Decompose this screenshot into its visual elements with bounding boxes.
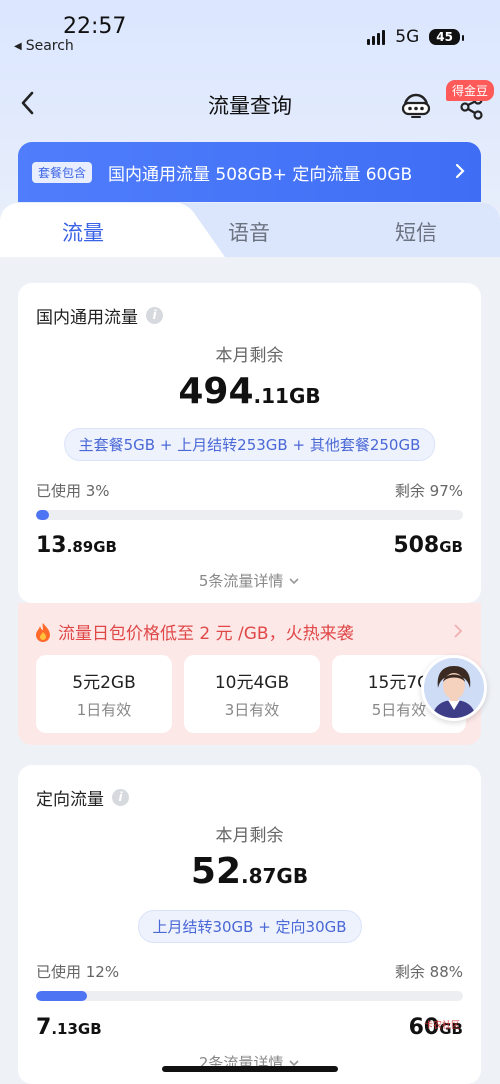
offer-card[interactable]: 5元2GB 1日有效 [36, 655, 172, 733]
general-total-unit: GB [439, 538, 463, 556]
status-indicators: 5G 45 [367, 27, 464, 47]
general-left-label: 剩余 97% [394, 482, 463, 500]
general-remain-int: 494 [178, 371, 254, 412]
general-used-int: 13 [36, 533, 67, 558]
info-icon[interactable]: i [146, 307, 163, 324]
general-total-value: 508GB [393, 533, 463, 558]
general-breakdown: 主套餐5GB + 上月结转253GB + 其他套餐250GB [63, 428, 436, 461]
directed-progress-bar [36, 991, 463, 1001]
assistant-avatar[interactable] [421, 655, 487, 721]
tab-voice[interactable]: 语音 [228, 217, 270, 247]
customer-service-icon[interactable] [400, 88, 432, 120]
offer-price: 5元2GB [72, 673, 136, 693]
general-used-label: 已使用 3% [36, 482, 110, 500]
status-back-link[interactable]: ◀ Search [14, 38, 74, 54]
signal-icon [367, 29, 386, 45]
directed-data-card: 定向流量 i 本月剩余 52.87GB 上月结转30GB + 定向30GB 已使… [18, 765, 481, 1084]
offer-card[interactable]: 10元4GB 3日有效 [184, 655, 320, 733]
nav-bar: 流量查询 得金豆 [0, 80, 500, 130]
general-remain-dec: .11GB [253, 384, 321, 408]
directed-title-text: 定向流量 [36, 790, 104, 810]
info-icon[interactable]: i [112, 789, 129, 806]
chevron-down-icon [289, 578, 299, 585]
directed-used-value: 7.13GB [36, 1015, 102, 1040]
general-data-card: 国内通用流量 i 本月剩余 494.11GB 主套餐5GB + 上月结转253G… [18, 283, 481, 603]
general-detail-link[interactable]: 5条流量详情 [18, 570, 481, 591]
package-text: 国内通用流量 508GB+ 定向流量 60GB [108, 165, 413, 185]
general-detail-text: 5条流量详情 [198, 572, 284, 590]
back-icon[interactable] [14, 88, 44, 118]
directed-used-dec: .13GB [51, 1020, 102, 1038]
usage-tabs: 流量 语音 短信 [0, 203, 500, 257]
directed-left-label: 剩余 88% [394, 963, 463, 981]
battery-icon: 45 [429, 29, 464, 45]
directed-breakdown: 上月结转30GB + 定向30GB [137, 910, 362, 943]
chevron-right-icon [455, 163, 465, 179]
offer-price: 10元4GB [214, 673, 290, 693]
general-progress-fill [36, 510, 49, 520]
offer-validity: 1日有效 [76, 701, 132, 719]
directed-used-int: 7 [36, 1015, 52, 1040]
general-total-int: 508 [393, 533, 440, 558]
assistant-portrait [424, 658, 484, 718]
general-remain-value: 494.11GB [18, 371, 481, 412]
package-banner[interactable]: 套餐包含 国内通用流量 508GB+ 定向流量 60GB [18, 142, 481, 202]
chevron-right-icon[interactable] [453, 623, 463, 639]
promo-title[interactable]: 流量日包价格低至 2 元 /GB，火热来袭 [34, 619, 354, 644]
gold-bean-badge[interactable]: 得金豆 [446, 80, 495, 101]
directed-remain-value: 52.87GB [18, 851, 481, 892]
network-type: 5G [395, 27, 420, 47]
general-progress-bar [36, 510, 463, 520]
directed-progress-fill [36, 991, 88, 1001]
directed-remain-dec: .87GB [241, 864, 309, 888]
status-time: 22:57 [63, 14, 127, 39]
general-used-value: 13.89GB [36, 533, 117, 558]
watermark: 卡农社区 [424, 1021, 461, 1031]
directed-remain-int: 52 [190, 851, 241, 892]
directed-card-title: 定向流量 i [36, 785, 129, 810]
general-card-title: 国内通用流量 i [36, 303, 163, 328]
promo-section: 流量日包价格低至 2 元 /GB，火热来袭 5元2GB 1日有效 10元4GB … [18, 603, 481, 745]
general-used-dec: .89GB [66, 538, 117, 556]
status-back-label: Search [25, 38, 74, 54]
status-bar: 22:57 ◀ Search 5G 45 [0, 0, 500, 62]
tab-sms[interactable]: 短信 [395, 217, 437, 247]
package-tag: 套餐包含 [32, 162, 93, 183]
fire-icon [36, 622, 50, 642]
general-title-text: 国内通用流量 [36, 308, 138, 328]
general-remain-label: 本月剩余 [215, 346, 284, 366]
tab-data[interactable]: 流量 [62, 217, 104, 247]
promo-title-text: 流量日包价格低至 2 元 /GB，火热来袭 [58, 624, 354, 644]
directed-used-label: 已使用 12% [36, 963, 120, 981]
home-indicator[interactable] [162, 1066, 338, 1072]
back-triangle-icon: ◀ [14, 40, 22, 52]
offer-validity: 3日有效 [224, 701, 280, 719]
directed-remain-label: 本月剩余 [215, 826, 284, 846]
